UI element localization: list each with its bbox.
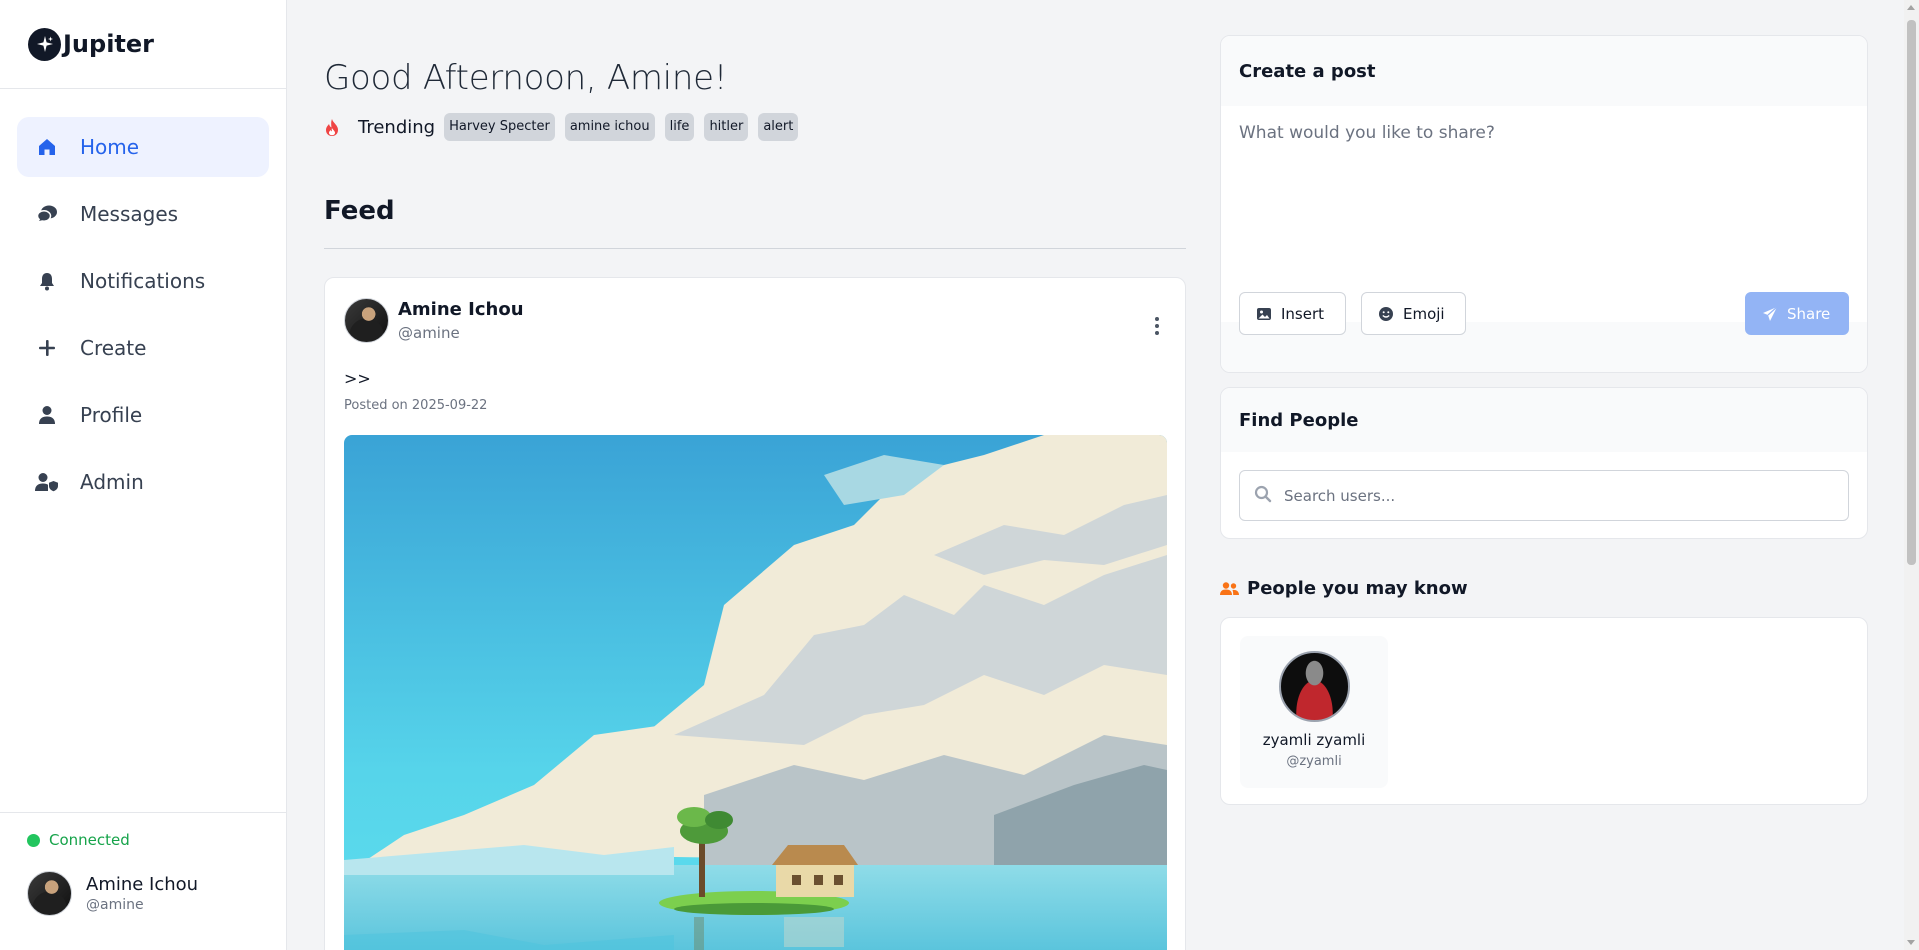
paper-plane-icon — [1762, 306, 1778, 322]
sidebar-item-profile[interactable]: Profile — [17, 385, 269, 445]
bell-icon — [35, 269, 59, 293]
suggested-person-name: zyamli zyamli — [1262, 731, 1366, 749]
sidebar-item-home[interactable]: Home — [17, 117, 269, 177]
scroll-up-icon[interactable] — [1907, 5, 1915, 10]
insert-label: Insert — [1281, 304, 1325, 323]
search-input[interactable] — [1284, 486, 1824, 505]
sidebar-item-messages[interactable]: Messages — [17, 184, 269, 244]
sidebar-item-label: Create — [80, 336, 147, 360]
user-shield-icon — [35, 470, 59, 494]
post-composer-input[interactable] — [1221, 106, 1867, 322]
plus-icon — [35, 336, 59, 360]
feed-divider — [324, 248, 1186, 249]
find-people-title: Find People — [1221, 388, 1867, 452]
post-date: Posted on 2025-09-22 — [344, 398, 488, 413]
trending-tag[interactable]: alert — [758, 113, 799, 141]
scroll-down-icon[interactable] — [1907, 940, 1915, 945]
search-icon — [1254, 485, 1272, 507]
post-author-handle: @amine — [398, 324, 460, 342]
sidebar-item-create[interactable]: Create — [17, 318, 269, 378]
sidebar-footer: Connected Amine Ichou @amine — [0, 812, 286, 950]
status-label: Connected — [49, 831, 130, 849]
sidebar-item-label: Profile — [80, 403, 143, 427]
feed-title: Feed — [324, 196, 395, 226]
post-image[interactable] — [344, 435, 1167, 950]
brand-name: Jupiter — [63, 30, 155, 58]
create-post-card: Create a post Insert Emoji Share — [1220, 35, 1868, 373]
sidebar-item-admin[interactable]: Admin — [17, 452, 269, 512]
avatar — [1278, 651, 1350, 722]
trending-label: Trending — [358, 116, 436, 138]
user-search-box[interactable] — [1239, 470, 1849, 521]
suggested-person-handle: @zyamli — [1286, 754, 1342, 769]
trending-tag[interactable]: life — [664, 113, 695, 141]
emoji-button[interactable]: Emoji — [1361, 292, 1466, 335]
trending-bar: Trending Harvey Specter amine ichou life… — [324, 113, 808, 141]
avatar — [27, 871, 72, 916]
avatar — [344, 298, 389, 343]
sparkle-logo-icon — [28, 27, 61, 61]
sidebar-item-notifications[interactable]: Notifications — [17, 251, 269, 311]
sidebar-item-label: Notifications — [80, 269, 206, 293]
page-title: Good Afternoon, Amine! — [324, 58, 728, 98]
home-icon — [35, 135, 59, 159]
smiley-icon — [1378, 306, 1394, 322]
sidebar-item-label: Home — [80, 135, 140, 159]
post-author-block[interactable]: Amine Ichou @amine — [344, 298, 524, 343]
brand[interactable]: Jupiter — [0, 0, 286, 89]
current-user[interactable]: Amine Ichou @amine — [27, 871, 286, 916]
user-icon — [35, 403, 59, 427]
fire-icon — [324, 117, 342, 137]
status-dot — [27, 833, 40, 847]
sidebar-nav: Home Messages Notifications Create Profi… — [0, 89, 286, 512]
emoji-label: Emoji — [1403, 304, 1445, 323]
post-author-name: Amine Ichou — [398, 299, 524, 320]
share-label: Share — [1787, 304, 1831, 323]
users-icon — [1220, 581, 1239, 597]
people-you-may-know-header: People you may know — [1220, 578, 1468, 599]
insert-button[interactable]: Insert — [1239, 292, 1346, 335]
sidebar: Jupiter Home Messages Notifications Crea… — [0, 0, 287, 950]
post-text: >> — [344, 369, 371, 388]
image-icon — [1256, 306, 1272, 322]
feed-post: Amine Ichou @amine >> Posted on 2025-09-… — [324, 277, 1186, 950]
trending-tag[interactable]: hitler — [704, 113, 749, 141]
sidebar-item-label: Admin — [80, 470, 144, 494]
scrollbar-thumb[interactable] — [1907, 20, 1916, 565]
sidebar-item-label: Messages — [80, 202, 179, 226]
people-you-may-know-card: zyamli zyamli @zyamli — [1220, 617, 1868, 805]
chat-bubbles-icon — [35, 202, 59, 226]
create-post-actions: Insert Emoji Share — [1221, 292, 1867, 372]
more-options-icon[interactable] — [1147, 314, 1167, 338]
find-people-card: Find People — [1220, 387, 1868, 539]
main-content: Good Afternoon, Amine! Trending Harvey S… — [324, 0, 1186, 950]
suggested-person[interactable]: zyamli zyamli @zyamli — [1240, 636, 1388, 788]
trending-tag[interactable]: amine ichou — [564, 113, 655, 141]
people-you-may-know-title: People you may know — [1247, 578, 1468, 599]
share-button[interactable]: Share — [1745, 292, 1849, 335]
create-post-title: Create a post — [1221, 36, 1867, 106]
current-user-handle: @amine — [86, 897, 144, 913]
trending-tag[interactable]: Harvey Specter — [444, 113, 555, 141]
connection-status: Connected — [27, 831, 286, 849]
page-scrollbar[interactable] — [1904, 0, 1919, 950]
current-user-name: Amine Ichou — [86, 874, 199, 895]
